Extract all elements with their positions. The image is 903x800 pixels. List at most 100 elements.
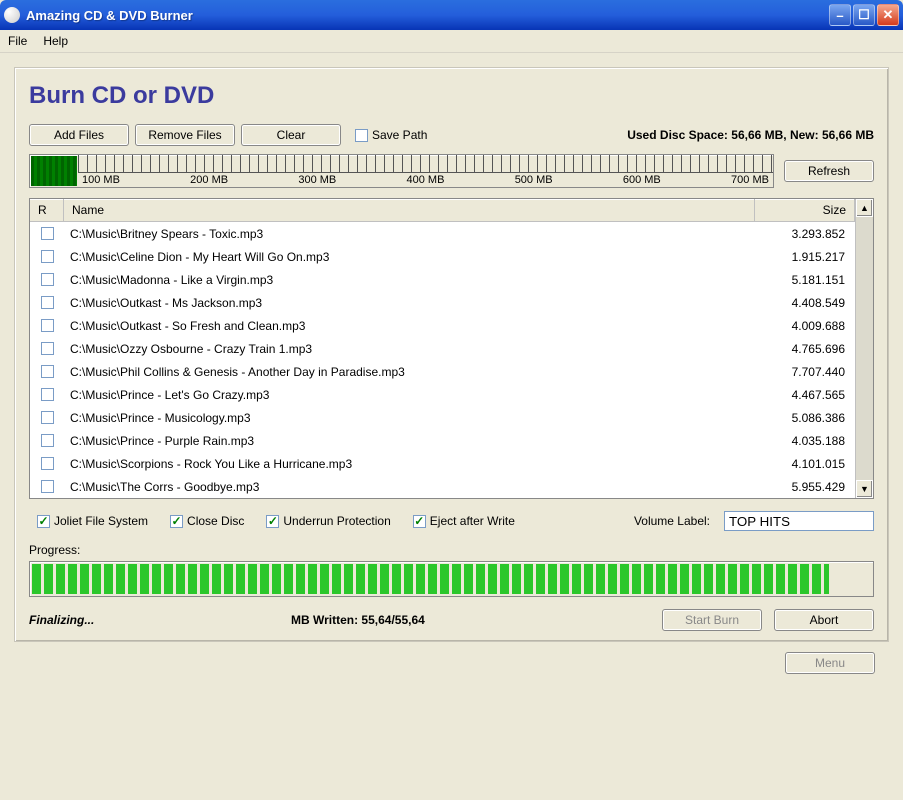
file-name: C:\Music\Prince - Musicology.mp3	[64, 411, 755, 425]
app-icon	[4, 7, 20, 23]
row-checkbox[interactable]	[41, 296, 54, 309]
column-size[interactable]: Size	[755, 199, 855, 221]
row-checkbox[interactable]	[41, 342, 54, 355]
file-size: 4.408.549	[755, 296, 855, 310]
ruler-tick-label: 200 MB	[190, 174, 228, 186]
checkbox-icon	[170, 515, 183, 528]
ruler-tick-label: 500 MB	[515, 174, 553, 186]
disc-space-info: Used Disc Space: 56,66 MB, New: 56,66 MB	[627, 128, 874, 142]
row-checkbox[interactable]	[41, 480, 54, 493]
scrollbar[interactable]: ▲ ▼	[855, 199, 873, 498]
checkbox-icon	[413, 515, 426, 528]
row-checkbox[interactable]	[41, 273, 54, 286]
file-size: 5.181.151	[755, 273, 855, 287]
close-button[interactable]: ✕	[877, 4, 899, 26]
column-name[interactable]: Name	[64, 199, 755, 221]
file-size: 4.765.696	[755, 342, 855, 356]
file-name: C:\Music\Britney Spears - Toxic.mp3	[64, 227, 755, 241]
ruler-tick-label: 100 MB	[82, 174, 120, 186]
progress-fill	[32, 564, 829, 594]
progress-bar	[29, 561, 874, 597]
table-row[interactable]: C:\Music\Madonna - Like a Virgin.mp35.18…	[30, 268, 855, 291]
file-size: 4.035.188	[755, 434, 855, 448]
disc-usage-ruler: 100 MB 200 MB 300 MB 400 MB 500 MB 600 MB 700 …	[29, 154, 774, 188]
row-checkbox[interactable]	[41, 434, 54, 447]
table-row[interactable]: C:\Music\Ozzy Osbourne - Crazy Train 1.m…	[30, 337, 855, 360]
row-checkbox[interactable]	[41, 388, 54, 401]
window-title: Amazing CD & DVD Burner	[26, 8, 829, 23]
volume-label-input[interactable]	[724, 511, 874, 531]
table-row[interactable]: C:\Music\Outkast - So Fresh and Clean.mp…	[30, 314, 855, 337]
row-checkbox[interactable]	[41, 457, 54, 470]
row-checkbox[interactable]	[41, 250, 54, 263]
row-checkbox[interactable]	[41, 319, 54, 332]
file-name: C:\Music\Scorpions - Rock You Like a Hur…	[64, 457, 755, 471]
used-space-bar	[31, 156, 77, 186]
joliet-checkbox[interactable]: Joliet File System	[37, 514, 148, 528]
save-path-label: Save Path	[372, 128, 427, 142]
minimize-button[interactable]: –	[829, 4, 851, 26]
titlebar[interactable]: Amazing CD & DVD Burner – ☐ ✕	[0, 0, 903, 30]
column-r[interactable]: R	[30, 199, 64, 221]
close-disc-checkbox[interactable]: Close Disc	[170, 514, 244, 528]
table-row[interactable]: C:\Music\Prince - Musicology.mp35.086.38…	[30, 406, 855, 429]
underrun-checkbox[interactable]: Underrun Protection	[266, 514, 390, 528]
row-checkbox[interactable]	[41, 411, 54, 424]
progress-label: Progress:	[29, 543, 874, 557]
table-row[interactable]: C:\Music\Prince - Let's Go Crazy.mp34.46…	[30, 383, 855, 406]
file-name: C:\Music\Prince - Purple Rain.mp3	[64, 434, 755, 448]
ruler-tick-label: 300 MB	[298, 174, 336, 186]
refresh-button[interactable]: Refresh	[784, 160, 874, 182]
save-path-checkbox[interactable]: Save Path	[355, 128, 427, 142]
table-row[interactable]: C:\Music\Britney Spears - Toxic.mp33.293…	[30, 222, 855, 245]
add-files-button[interactable]: Add Files	[29, 124, 129, 146]
start-burn-button: Start Burn	[662, 609, 762, 631]
ruler-tick-label: 700 MB	[731, 174, 769, 186]
table-row[interactable]: C:\Music\The Corrs - Goodbye.mp35.955.42…	[30, 475, 855, 498]
file-size: 3.293.852	[755, 227, 855, 241]
file-name: C:\Music\Outkast - Ms Jackson.mp3	[64, 296, 755, 310]
file-size: 5.086.386	[755, 411, 855, 425]
file-size: 4.467.565	[755, 388, 855, 402]
table-row[interactable]: C:\Music\Prince - Purple Rain.mp34.035.1…	[30, 429, 855, 452]
menu-button[interactable]: Menu	[785, 652, 875, 674]
file-name: C:\Music\The Corrs - Goodbye.mp3	[64, 480, 755, 494]
volume-label-text: Volume Label:	[634, 514, 710, 528]
abort-button[interactable]: Abort	[774, 609, 874, 631]
file-size: 4.009.688	[755, 319, 855, 333]
remove-files-button[interactable]: Remove Files	[135, 124, 235, 146]
file-name: C:\Music\Outkast - So Fresh and Clean.mp…	[64, 319, 755, 333]
file-name: C:\Music\Celine Dion - My Heart Will Go …	[64, 250, 755, 264]
eject-checkbox[interactable]: Eject after Write	[413, 514, 515, 528]
table-row[interactable]: C:\Music\Phil Collins & Genesis - Anothe…	[30, 360, 855, 383]
ruler-tick-label: 400 MB	[407, 174, 445, 186]
file-size: 1.915.217	[755, 250, 855, 264]
status-text: Finalizing...	[29, 613, 279, 627]
row-checkbox[interactable]	[41, 227, 54, 240]
checkbox-icon	[266, 515, 279, 528]
file-name: C:\Music\Madonna - Like a Virgin.mp3	[64, 273, 755, 287]
ruler-tick-label: 600 MB	[623, 174, 661, 186]
file-size: 7.707.440	[755, 365, 855, 379]
menu-help[interactable]: Help	[43, 34, 68, 48]
mb-written: MB Written: 55,64/55,64	[291, 613, 650, 627]
menubar: File Help	[0, 30, 903, 53]
file-name: C:\Music\Ozzy Osbourne - Crazy Train 1.m…	[64, 342, 755, 356]
table-row[interactable]: C:\Music\Outkast - Ms Jackson.mp34.408.5…	[30, 291, 855, 314]
file-name: C:\Music\Prince - Let's Go Crazy.mp3	[64, 388, 755, 402]
file-size: 4.101.015	[755, 457, 855, 471]
scroll-down-icon[interactable]: ▼	[856, 480, 873, 498]
maximize-button[interactable]: ☐	[853, 4, 875, 26]
clear-button[interactable]: Clear	[241, 124, 341, 146]
table-row[interactable]: C:\Music\Scorpions - Rock You Like a Hur…	[30, 452, 855, 475]
page-title: Burn CD or DVD	[29, 82, 874, 110]
file-name: C:\Music\Phil Collins & Genesis - Anothe…	[64, 365, 755, 379]
row-checkbox[interactable]	[41, 365, 54, 378]
menu-file[interactable]: File	[8, 34, 27, 48]
file-size: 5.955.429	[755, 480, 855, 494]
scroll-up-icon[interactable]: ▲	[856, 199, 873, 217]
checkbox-icon	[355, 129, 368, 142]
checkbox-icon	[37, 515, 50, 528]
file-list: R Name Size C:\Music\Britney Spears - To…	[29, 198, 874, 499]
table-row[interactable]: C:\Music\Celine Dion - My Heart Will Go …	[30, 245, 855, 268]
